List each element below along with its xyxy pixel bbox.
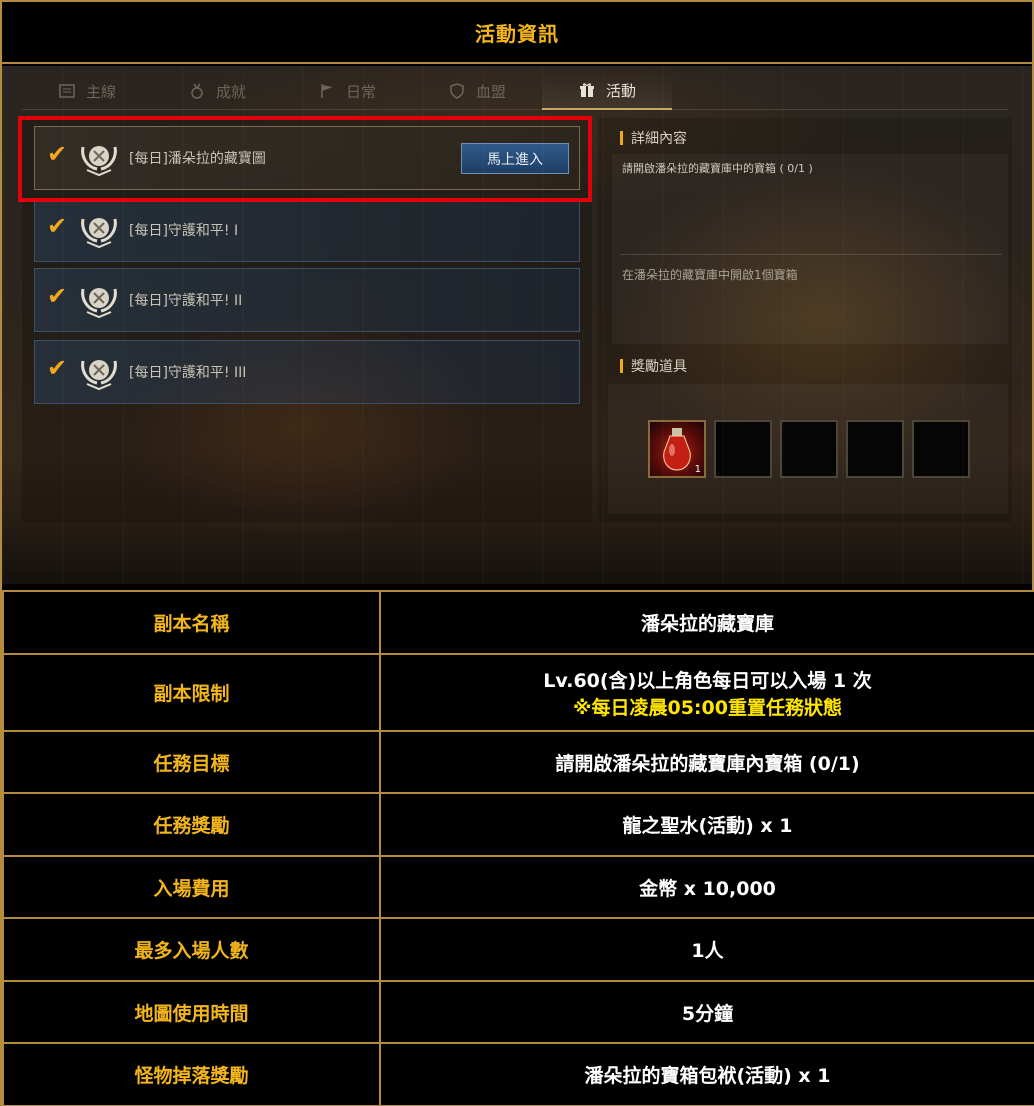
row-label: 副本名稱	[2, 590, 381, 655]
row-value: 5分鐘	[379, 980, 1034, 1044]
tab-bar: 主線 成就 日常 血盟 活動	[22, 72, 1008, 110]
row-label: 最多入場人數	[2, 917, 381, 982]
quest-description: 在潘朵拉的藏寶庫中開啟1個寶箱	[622, 268, 798, 282]
item-quantity: 1	[694, 464, 701, 475]
section-bar	[620, 359, 623, 373]
row-value-text: Lv.60(含)以上角色每日可以入場 1 次	[543, 669, 872, 692]
table-row: 任務目標 請開啟潘朵拉的藏寶庫內寶箱 (0/1)	[2, 730, 1034, 794]
highlight-frame	[18, 116, 592, 202]
detail-content-box: 請開啟潘朵拉的藏寶庫中的寶箱 ( 0/1 ) 在潘朵拉的藏寶庫中開啟1個寶箱	[612, 154, 1008, 344]
bottom-fade	[2, 524, 1032, 584]
tab-main-story[interactable]: 主線	[22, 72, 152, 110]
reward-slot-5[interactable]	[912, 420, 970, 478]
quest-item-peace-2[interactable]: ✔ [每日]守護和平! II	[34, 268, 580, 332]
reward-box: 1	[608, 384, 1008, 514]
row-value: 金幣 x 10,000	[379, 855, 1034, 919]
tab-event[interactable]: 活動	[542, 72, 672, 110]
tab-label: 主線	[85, 82, 116, 101]
quest-item-peace-3[interactable]: ✔ [每日]守護和平! III	[34, 340, 580, 404]
quest-objective: 請開啟潘朵拉的藏寶庫中的寶箱 ( 0/1 )	[622, 162, 813, 175]
row-value: 1人	[379, 917, 1034, 982]
laurel-emblem-icon	[77, 352, 121, 392]
tab-label: 活動	[605, 81, 636, 100]
shield-icon	[448, 82, 466, 100]
table-row: 副本限制 Lv.60(含)以上角色每日可以入場 1 次 ※每日凌晨05:00重置…	[2, 653, 1034, 732]
row-label: 任務目標	[2, 730, 381, 794]
reward-section-title: 獎勵道具	[620, 356, 687, 376]
row-value: 請開啟潘朵拉的藏寶庫內寶箱 (0/1)	[379, 730, 1034, 794]
row-value: 潘朵拉的寶箱包袱(活動) x 1	[379, 1042, 1034, 1106]
flag-icon	[318, 82, 336, 100]
page-title: 活動資訊	[475, 21, 559, 46]
laurel-emblem-icon	[77, 280, 121, 320]
tab-label: 日常	[345, 82, 376, 101]
divider	[620, 254, 1002, 255]
book-icon	[58, 82, 76, 100]
table-row: 地圖使用時間 5分鐘	[2, 980, 1034, 1044]
tab-daily[interactable]: 日常	[282, 72, 412, 110]
check-icon: ✔	[47, 282, 68, 310]
laurel-emblem-icon	[77, 210, 121, 250]
row-value: 龍之聖水(活動) x 1	[379, 792, 1034, 857]
medal-icon	[188, 82, 206, 100]
table-row: 怪物掉落獎勵 潘朵拉的寶箱包袱(活動) x 1	[2, 1042, 1034, 1106]
quest-name: [每日]守護和平! III	[129, 365, 247, 381]
reward-slot-1[interactable]: 1	[648, 420, 706, 478]
tab-label: 血盟	[475, 82, 506, 101]
tab-clan[interactable]: 血盟	[412, 72, 542, 110]
info-table: 副本名稱 潘朵拉的藏寶庫 副本限制 Lv.60(含)以上角色每日可以入場 1 次…	[2, 590, 1034, 1106]
reset-note: ※每日凌晨05:00重置任務狀態	[573, 696, 842, 719]
row-value: 潘朵拉的藏寶庫	[379, 590, 1034, 655]
table-row: 任務獎勵 龍之聖水(活動) x 1	[2, 792, 1034, 857]
row-label: 副本限制	[2, 653, 381, 732]
game-screenshot: 主線 成就 日常 血盟 活動 ✔ [每日]潘朵拉的藏寶圖 馬上進入 ✔ [每日]…	[2, 66, 1032, 584]
tab-achievement[interactable]: 成就	[152, 72, 282, 110]
reward-slot-4[interactable]	[846, 420, 904, 478]
check-icon: ✔	[47, 354, 68, 382]
quest-name: [每日]守護和平! II	[129, 293, 243, 309]
row-label: 地圖使用時間	[2, 980, 381, 1044]
detail-title-text: 詳細內容	[631, 131, 687, 147]
detail-section-title: 詳細內容	[620, 128, 687, 148]
detail-panel: 詳細內容 請開啟潘朵拉的藏寶庫中的寶箱 ( 0/1 ) 在潘朵拉的藏寶庫中開啟1…	[598, 118, 1012, 522]
row-label: 任務獎勵	[2, 792, 381, 857]
reward-slot-3[interactable]	[780, 420, 838, 478]
activity-info-panel: 活動資訊 主線 成就 日常 血盟 活動 ✔ [每日]潘朵拉的藏寶圖 馬上進入 ✔…	[0, 0, 1034, 1106]
tab-label: 成就	[215, 82, 246, 101]
reward-title-text: 獎勵道具	[631, 359, 687, 375]
gift-icon	[578, 81, 596, 99]
row-label: 怪物掉落獎勵	[2, 1042, 381, 1106]
check-icon: ✔	[47, 212, 68, 240]
title-bar: 活動資訊	[2, 2, 1032, 64]
table-row: 最多入場人數 1人	[2, 917, 1034, 982]
section-bar	[620, 131, 623, 145]
table-row: 副本名稱 潘朵拉的藏寶庫	[2, 590, 1034, 655]
reward-slot-2[interactable]	[714, 420, 772, 478]
quest-item-peace-1[interactable]: ✔ [每日]守護和平! I	[34, 198, 580, 262]
row-label: 入場費用	[2, 855, 381, 919]
row-value: Lv.60(含)以上角色每日可以入場 1 次 ※每日凌晨05:00重置任務狀態	[379, 653, 1034, 732]
quest-name: [每日]守護和平! I	[129, 223, 239, 239]
table-row: 入場費用 金幣 x 10,000	[2, 855, 1034, 919]
